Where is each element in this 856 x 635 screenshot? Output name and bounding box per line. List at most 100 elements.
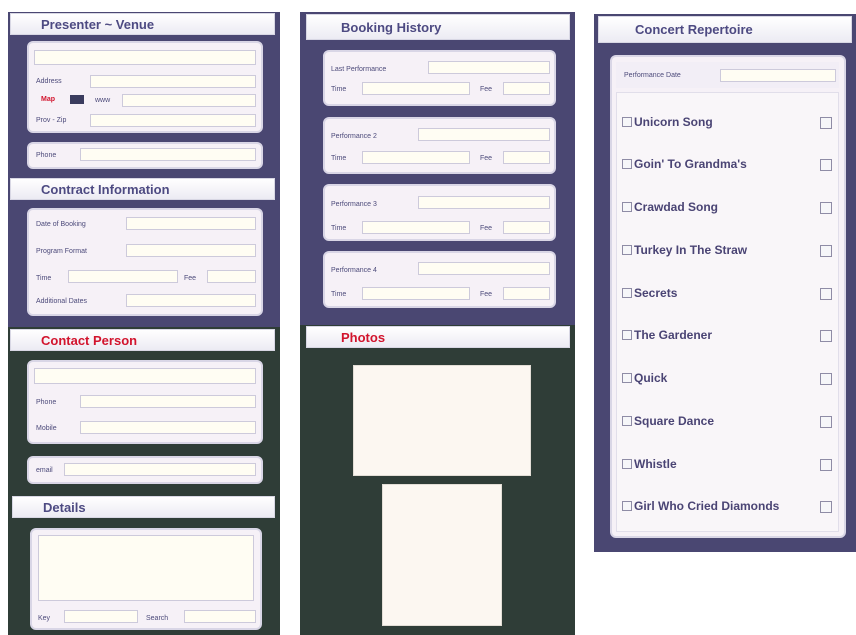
performance-time-label-1: Time (331, 86, 347, 93)
photo-frame-1[interactable] (353, 365, 531, 476)
contact-mobile-field[interactable] (80, 421, 256, 434)
contact-name-field[interactable] (34, 368, 256, 384)
contract-time-field[interactable] (68, 270, 178, 283)
performance-label-1: Last Performance (331, 66, 387, 73)
additional-dates-field[interactable] (126, 294, 256, 307)
details-title: Details (43, 499, 86, 515)
performance-time-label-4: Time (331, 291, 347, 298)
details-textarea[interactable] (38, 535, 254, 601)
contact-phone-field[interactable] (80, 395, 256, 408)
performance-date-field-1[interactable] (428, 61, 550, 74)
song-select-checkbox[interactable] (820, 245, 832, 257)
date-of-booking-field[interactable] (126, 217, 256, 230)
song-select-checkbox[interactable] (820, 202, 832, 214)
song-select-checkbox[interactable] (820, 501, 832, 513)
performance-date-field-3[interactable] (418, 196, 550, 209)
song-select-checkbox[interactable] (820, 117, 832, 129)
key-field[interactable] (64, 610, 138, 623)
song-item[interactable]: Turkey In The Straw (622, 243, 747, 257)
prov-zip-field[interactable] (90, 114, 256, 127)
contact-mobile-label: Mobile (36, 425, 57, 432)
performance-label-3: Performance 3 (331, 201, 377, 208)
photo-frame-2[interactable] (382, 484, 502, 626)
song-item[interactable]: Unicorn Song (622, 115, 713, 129)
program-format-field[interactable] (126, 244, 256, 257)
search-field[interactable] (184, 610, 256, 623)
performance-box-2 (323, 117, 556, 174)
song-title: Girl Who Cried Diamonds (634, 499, 780, 513)
contract-title: Contract Information (41, 181, 170, 197)
date-of-booking-label: Date of Booking (36, 221, 86, 228)
key-label: Key (38, 615, 51, 622)
song-item[interactable]: Square Dance (622, 414, 714, 428)
contract-fee-field[interactable] (207, 270, 256, 283)
performance-label-2: Performance 2 (331, 133, 377, 140)
performance-time-field-4[interactable] (362, 287, 470, 300)
song-checkbox[interactable] (622, 202, 632, 212)
song-title: The Gardener (634, 328, 713, 342)
song-title: Square Dance (634, 414, 715, 428)
contract-time-label: Time (36, 275, 52, 282)
song-item[interactable]: The Gardener (622, 328, 712, 342)
map-label: Map (41, 96, 55, 103)
song-item[interactable]: Quick (622, 371, 667, 385)
song-select-checkbox[interactable] (820, 373, 832, 385)
song-select-checkbox[interactable] (820, 288, 832, 300)
www-field[interactable] (122, 94, 256, 107)
performance-date-field[interactable] (720, 69, 836, 82)
contact-phone-label: Phone (36, 399, 57, 406)
song-checkbox[interactable] (622, 117, 632, 127)
performance-fee-field-1[interactable] (503, 82, 550, 95)
performance-time-label-3: Time (331, 225, 347, 232)
performance-time-label-2: Time (331, 155, 347, 162)
performance-fee-label-4: Fee (480, 291, 493, 298)
performance-date-field-2[interactable] (418, 128, 550, 141)
song-checkbox[interactable] (622, 459, 632, 469)
performance-fee-field-2[interactable] (503, 151, 550, 164)
venue-name-field[interactable] (34, 50, 256, 65)
song-title: Whistle (634, 457, 677, 471)
email-field[interactable] (64, 463, 256, 476)
contact-header: Contact Person (10, 329, 275, 351)
repertoire-header: Concert Repertoire (598, 16, 852, 43)
performance-fee-field-4[interactable] (503, 287, 550, 300)
performance-time-field-1[interactable] (362, 82, 470, 95)
song-select-checkbox[interactable] (820, 459, 832, 471)
song-checkbox[interactable] (622, 159, 632, 169)
song-select-checkbox[interactable] (820, 159, 832, 171)
song-item[interactable]: Crawdad Song (622, 200, 718, 214)
details-header: Details (12, 496, 275, 518)
performance-fee-label-1: Fee (480, 86, 493, 93)
song-select-checkbox[interactable] (820, 330, 832, 342)
song-checkbox[interactable] (622, 288, 632, 298)
presenter-header: Presenter ~ Venue (10, 13, 275, 35)
song-checkbox[interactable] (622, 330, 632, 340)
song-item[interactable]: Goin' To Grandma's (622, 157, 747, 171)
song-item[interactable]: Secrets (622, 286, 677, 300)
song-checkbox[interactable] (622, 416, 632, 426)
performance-date-field-4[interactable] (418, 262, 550, 275)
presenter-title: Presenter ~ Venue (41, 16, 155, 32)
song-item[interactable]: Girl Who Cried Diamonds (622, 499, 779, 513)
performance-fee-label-3: Fee (480, 225, 493, 232)
performance-date-label: Performance Date (624, 72, 681, 79)
contract-header: Contract Information (10, 178, 275, 200)
song-title: Secrets (634, 286, 678, 300)
www-label: www (95, 97, 111, 104)
performance-fee-field-3[interactable] (503, 221, 550, 234)
address-field[interactable] (90, 75, 256, 88)
song-checkbox[interactable] (622, 501, 632, 511)
song-checkbox[interactable] (622, 245, 632, 255)
presenter-phone-field[interactable] (80, 148, 256, 161)
song-item[interactable]: Whistle (622, 457, 677, 471)
song-title: Unicorn Song (634, 115, 713, 129)
song-title: Turkey In The Straw (634, 243, 748, 257)
performance-fee-label-2: Fee (480, 155, 493, 162)
song-select-checkbox[interactable] (820, 416, 832, 428)
song-title: Quick (634, 371, 668, 385)
performance-time-field-2[interactable] (362, 151, 470, 164)
song-checkbox[interactable] (622, 373, 632, 383)
additional-dates-label: Additional Dates (36, 298, 87, 305)
map-button[interactable] (70, 95, 84, 104)
performance-time-field-3[interactable] (362, 221, 470, 234)
